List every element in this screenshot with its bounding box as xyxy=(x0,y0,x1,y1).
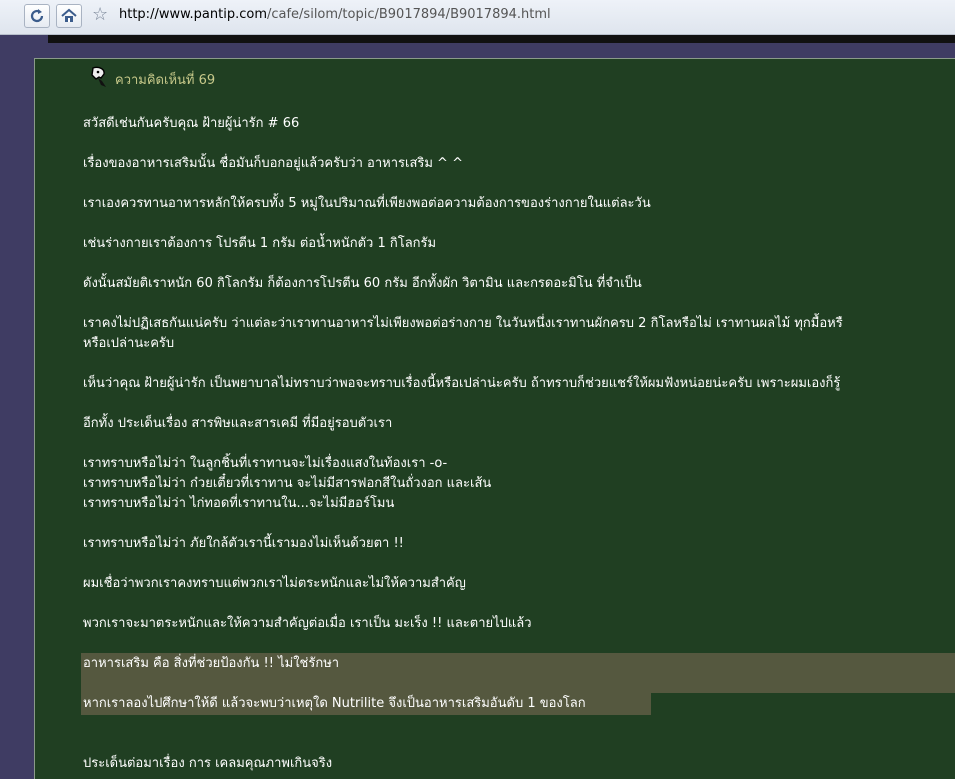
comment-line: เราคงไม่ปฏิเสธกันแน่ครับ ว่าแต่ละว่าเราท… xyxy=(83,316,843,331)
address-bar[interactable]: http://www.pantip.com/cafe/silom/topic/B… xyxy=(119,7,551,22)
home-button[interactable] xyxy=(56,4,82,28)
comment-line: ดังนั้นสมัยติเราหนัก 60 กิโลกรัม ก็ต้องก… xyxy=(83,276,642,291)
comment-line: เราทราบหรือไม่ว่า ในลูกชิ้นที่เราทานจะไม… xyxy=(83,456,448,471)
comment-line: เราทราบหรือไม่ว่า ไก่ทอดที่เราทานใน...จะ… xyxy=(83,496,395,511)
reload-button[interactable] xyxy=(24,4,50,28)
comment-line: หรือเปล่านะครับ xyxy=(83,336,175,351)
comment-line: เราทราบหรือไม่ว่า ภัยใกล้ตัวเรานี้เรามอง… xyxy=(83,536,404,551)
comment-line: ประเด็นต่อมาเรื่อง การ เคลมคุณภาพเกินจริ… xyxy=(83,756,333,771)
comment-panel: ความคิดเห็นที่ 69 สวัสดีเช่นกันครับคุณ ฝ… xyxy=(34,58,955,779)
comment-line: สวัสดีเช่นกันครับคุณ ฝ้ายผู้น่ารัก # 66 xyxy=(83,116,300,131)
comment-line: อาหารเสริม คือ สิ่งที่ช่วยป้องกัน !! ไม่… xyxy=(83,656,340,671)
comment-line: เราเองควรทานอาหารหลักให้ครบทั้ง 5 หมู่ใน… xyxy=(83,196,651,211)
comment-title: ความคิดเห็นที่ 69 xyxy=(115,73,216,88)
comment-line: พวกเราจะมาตระหนักและให้ความสำคัญต่อเมื่อ… xyxy=(83,616,532,631)
browser-toolbar: ☆ http://www.pantip.com/cafe/silom/topic… xyxy=(0,0,955,35)
url-path: /cafe/silom/topic/B9017894/B9017894.html xyxy=(266,7,551,22)
url-host: http://www.pantip.com xyxy=(119,7,267,22)
home-icon xyxy=(61,8,77,22)
comment-line: อีกทั้ง ประเด็นเรื่อง สารพิษและสารเคมี ท… xyxy=(83,416,393,431)
comment-line: เราทราบหรือไม่ว่า ก๋วยเตี๋ยวที่เราทาน จะ… xyxy=(83,476,492,491)
comment-line: ผมเชื่อว่าพวกเราคงทราบแต่พวกเราไม่ตระหนั… xyxy=(83,576,466,591)
comment-line: เช่นร่างกายเราต้องการ โปรตีน 1 กรัม ต่อน… xyxy=(83,236,437,251)
comment-line: หากเราลองไปศึกษาให้ดี แล้วจะพบว่าเหตุใด … xyxy=(83,696,586,711)
reload-icon xyxy=(30,9,44,23)
comment-line: เห็นว่าคุณ ฝ้ายผู้น่ารัก เป็นพยาบาลไม่ทร… xyxy=(83,376,841,391)
comment-line: เรื่องของอาหารเสริมนั้น ชื่อมันก็บอกอยู่… xyxy=(83,156,463,171)
commenter-icon xyxy=(91,66,106,87)
page-header-bar xyxy=(48,35,955,43)
bookmark-star-icon[interactable]: ☆ xyxy=(92,5,108,25)
